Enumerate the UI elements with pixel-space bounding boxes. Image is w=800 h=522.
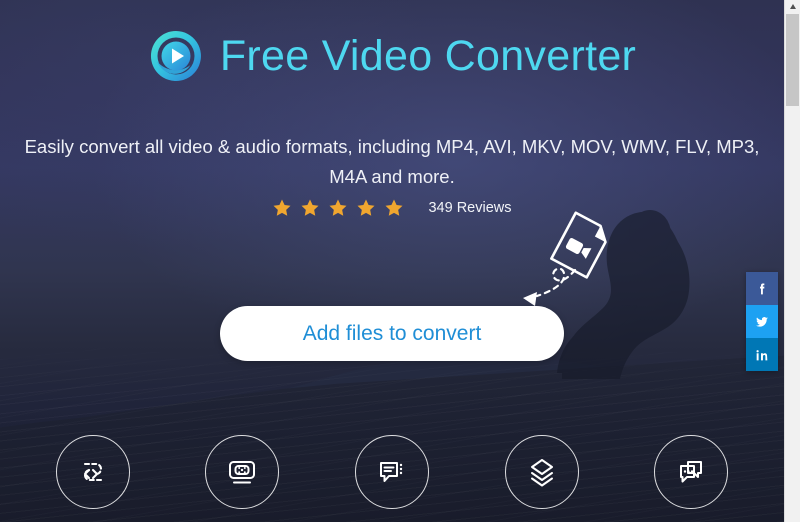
star-icon xyxy=(384,198,404,218)
facebook-icon xyxy=(754,281,770,297)
reviews-count: 349 Reviews xyxy=(428,200,512,216)
feature-icon-row xyxy=(0,422,784,522)
hero-tagline: Easily convert all video & audio formats… xyxy=(24,136,760,187)
feature-screen-recorder[interactable] xyxy=(205,435,280,509)
play-circle-logo-icon xyxy=(148,28,204,84)
star-icon xyxy=(328,198,348,218)
arrow-head-icon xyxy=(523,292,537,306)
feature-merge[interactable] xyxy=(504,435,579,509)
scroll-up-arrow-icon[interactable] xyxy=(785,0,800,13)
convert-arrows-icon xyxy=(74,453,112,491)
add-files-to-convert-button[interactable]: Add files to convert xyxy=(220,306,564,361)
rating-block: 349 Reviews xyxy=(0,198,784,218)
star-rating xyxy=(272,198,404,218)
video-file-icon xyxy=(550,211,607,279)
star-icon xyxy=(300,198,320,218)
star-icon xyxy=(272,198,292,218)
feature-support[interactable] xyxy=(654,435,729,509)
chat-bubbles-icon xyxy=(672,453,710,491)
scrollbar-thumb[interactable] xyxy=(786,14,799,106)
page-title: Free Video Converter xyxy=(219,31,637,80)
linkedin-share-button[interactable] xyxy=(746,338,778,371)
dashed-curved-arrow-icon xyxy=(535,267,577,298)
social-share-rail xyxy=(746,272,778,371)
twitter-icon xyxy=(754,314,770,330)
vertical-scrollbar[interactable] xyxy=(784,0,800,522)
app-window: Free Video Converter Easily convert all … xyxy=(0,0,800,522)
page-viewport: Free Video Converter Easily convert all … xyxy=(0,0,784,522)
facebook-share-button[interactable] xyxy=(746,272,778,305)
feature-convert[interactable] xyxy=(55,435,130,509)
star-icon xyxy=(356,198,376,218)
cta-container: Add files to convert xyxy=(0,306,784,361)
app-header: Free Video Converter xyxy=(0,28,784,84)
feature-subtitles[interactable] xyxy=(354,435,429,509)
scroll-down-arrow-icon[interactable] xyxy=(785,509,800,522)
twitter-share-button[interactable] xyxy=(746,305,778,338)
subtitle-bubble-icon xyxy=(373,453,411,491)
linkedin-icon xyxy=(754,347,770,363)
drag-drop-hint xyxy=(505,208,630,313)
screen-recorder-icon xyxy=(223,453,261,491)
layers-stack-icon xyxy=(523,453,561,491)
